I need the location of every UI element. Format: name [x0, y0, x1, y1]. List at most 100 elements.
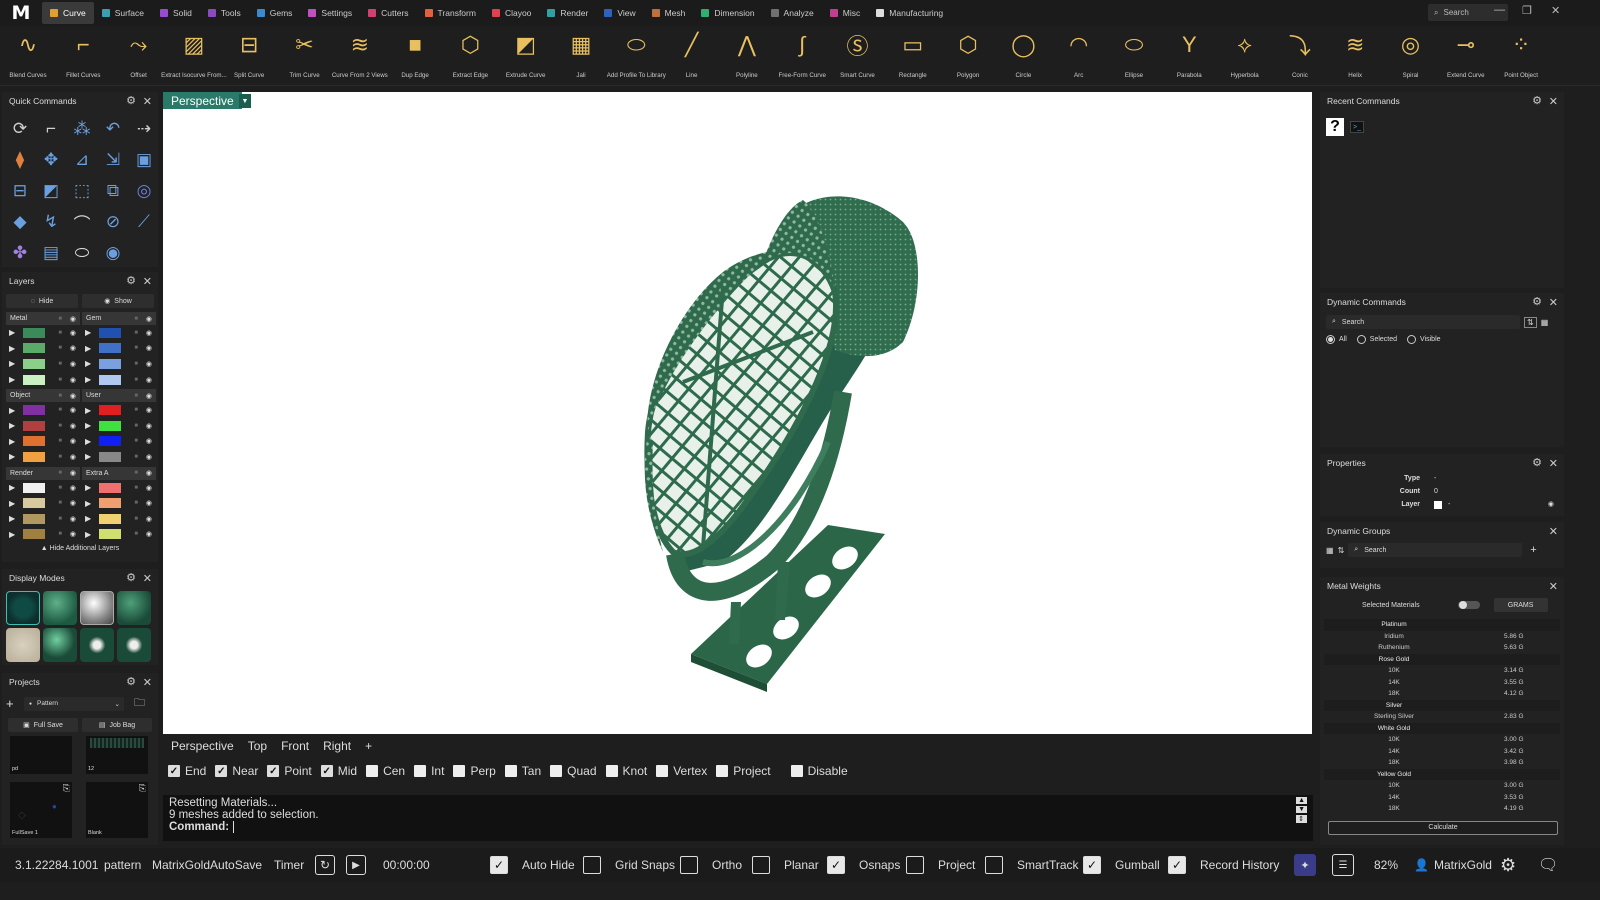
- layer-row[interactable]: ▶ ■ ◉: [6, 434, 80, 450]
- layer-row[interactable]: ▶ ■ ◉: [82, 434, 156, 450]
- expand-icon[interactable]: ⇕: [1296, 815, 1307, 823]
- close-icon[interactable]: ✕: [1549, 525, 1558, 538]
- expand-icon[interactable]: ▶: [85, 375, 95, 384]
- checkbox[interactable]: [985, 856, 1003, 874]
- osnap-int[interactable]: Int: [414, 764, 444, 778]
- quick-command-icon[interactable]: ⟳: [5, 114, 35, 144]
- units-button[interactable]: GRAMS: [1493, 598, 1548, 612]
- layer-row[interactable]: ▶ ■ ◉: [6, 325, 80, 341]
- lock-icon[interactable]: ■: [134, 531, 138, 537]
- expand-icon[interactable]: ▶: [85, 359, 95, 368]
- toolbar-button-trim-curve[interactable]: ✂ Trim Curve: [277, 26, 333, 86]
- eye-icon[interactable]: ◉: [70, 360, 76, 368]
- lock-icon[interactable]: ■: [134, 393, 138, 399]
- view-tab-front[interactable]: Front: [281, 739, 309, 753]
- menu-tab-gems[interactable]: Gems: [249, 2, 301, 24]
- eye-icon[interactable]: ◉: [146, 344, 152, 352]
- quick-command-icon[interactable]: ◆: [5, 207, 35, 237]
- eye-icon[interactable]: ◉: [146, 376, 152, 384]
- expand-icon[interactable]: ▶: [85, 344, 95, 353]
- timer-reset-button[interactable]: ↻: [315, 848, 335, 882]
- layer-row[interactable]: ▶ ■ ◉: [6, 418, 80, 434]
- toolbar-button-fillet-curves[interactable]: ⌐ Fillet Curves: [55, 26, 111, 86]
- layer-row[interactable]: ▶ ■ ◉: [6, 495, 80, 511]
- toolbar-button-spiral[interactable]: ◎ Spiral: [1383, 26, 1439, 86]
- layer-color-swatch[interactable]: [23, 498, 45, 509]
- toolbar-button-rectangle[interactable]: ▭ Rectangle: [885, 26, 941, 86]
- selected-materials-toggle[interactable]: [1457, 601, 1480, 609]
- lock-icon[interactable]: ■: [58, 500, 62, 506]
- checkbox[interactable]: ✓: [1083, 856, 1101, 874]
- toolbar-button-extrude-curve[interactable]: ◩ Extrude Curve: [498, 26, 554, 86]
- menu-tab-render[interactable]: Render: [539, 2, 596, 24]
- toggle-record-history[interactable]: ✓ Record History: [1168, 848, 1279, 882]
- gear-icon[interactable]: ⚙: [126, 274, 136, 287]
- lock-icon[interactable]: ■: [58, 345, 62, 351]
- toolbar-button-smart-curve[interactable]: Ⓢ Smart Curve: [830, 26, 886, 86]
- checkbox[interactable]: [656, 765, 669, 777]
- dynamic-groups-search[interactable]: ⌕ Search: [1348, 543, 1523, 557]
- layer-row[interactable]: ▶ ■ ◉: [82, 341, 156, 357]
- gear-icon[interactable]: ⚙: [126, 94, 136, 107]
- timer-play-button[interactable]: ▶: [346, 848, 366, 882]
- layer-row[interactable]: ▶ ■ ◉: [82, 325, 156, 341]
- quick-command-icon[interactable]: ✤: [5, 238, 35, 268]
- eye-icon[interactable]: ◉: [146, 329, 152, 337]
- lock-icon[interactable]: ■: [134, 345, 138, 351]
- expand-icon[interactable]: ▶: [85, 514, 95, 523]
- expand-icon[interactable]: ▶: [9, 530, 19, 539]
- toolbar-button-helix[interactable]: ≋ Helix: [1327, 26, 1383, 86]
- layer-row[interactable]: ▶ ■ ◉: [82, 372, 156, 388]
- quick-command-icon[interactable]: ⊟: [5, 176, 35, 206]
- toggle-osnaps[interactable]: ✓ Osnaps: [827, 848, 900, 882]
- layer-color-swatch[interactable]: [23, 374, 45, 385]
- lock-icon[interactable]: ■: [58, 407, 62, 413]
- checkbox[interactable]: [790, 765, 803, 777]
- quick-command-icon[interactable]: ⊿: [67, 145, 97, 175]
- gear-icon[interactable]: ⚙: [126, 675, 136, 688]
- close-icon[interactable]: ✕: [143, 572, 152, 585]
- eye-icon[interactable]: ◉: [146, 406, 152, 414]
- user-button[interactable]: 👤 MatrixGold: [1414, 848, 1492, 882]
- quick-command-icon[interactable]: ↶: [98, 114, 128, 144]
- user-mode-2-button[interactable]: [117, 628, 151, 662]
- layer-color-swatch[interactable]: [23, 420, 45, 431]
- add-view-tab-button[interactable]: +: [365, 739, 372, 753]
- lock-icon[interactable]: ■: [134, 361, 138, 367]
- expand-icon[interactable]: ▶: [9, 483, 19, 492]
- filter-visible[interactable]: Visible: [1407, 335, 1441, 344]
- checkbox[interactable]: [550, 765, 563, 777]
- eye-icon[interactable]: ◉: [146, 484, 152, 492]
- expand-icon[interactable]: ▶: [9, 514, 19, 523]
- layer-row[interactable]: ▶ ■ ◉: [6, 372, 80, 388]
- menu-tab-misc[interactable]: Misc: [822, 2, 868, 24]
- expand-icon[interactable]: ▶: [85, 499, 95, 508]
- layer-group-header[interactable]: Object ■ ◉: [6, 389, 80, 403]
- terminal-icon[interactable]: >_: [1350, 121, 1364, 133]
- toolbar-button-curve-from-2-views[interactable]: ≋ Curve From 2 Views: [332, 26, 388, 86]
- toolbar-button-blend-curves[interactable]: ∿ Blend Curves: [0, 26, 56, 86]
- lock-icon[interactable]: ■: [58, 377, 62, 383]
- layer-color-swatch[interactable]: [23, 451, 45, 462]
- eye-icon[interactable]: ◉: [146, 360, 152, 368]
- quick-command-icon[interactable]: ⟋: [129, 207, 159, 237]
- checkbox[interactable]: ✓: [1168, 856, 1186, 874]
- layer-color-swatch[interactable]: [99, 451, 121, 462]
- checkbox[interactable]: ✓: [215, 765, 228, 777]
- project-thumb[interactable]: 12: [86, 736, 148, 774]
- toolbar-button-arc[interactable]: ◠ Arc: [1051, 26, 1107, 86]
- layer-color-swatch[interactable]: [99, 343, 121, 354]
- view-tab-top[interactable]: Top: [248, 739, 267, 753]
- layer-color-swatch[interactable]: [99, 374, 121, 385]
- quick-command-icon[interactable]: ⇲: [98, 145, 128, 175]
- layer-color-swatch[interactable]: [23, 343, 45, 354]
- rendered-mode-button[interactable]: [80, 591, 114, 625]
- lock-icon[interactable]: ■: [134, 407, 138, 413]
- checkbox[interactable]: [414, 765, 427, 777]
- settings-gear-icon[interactable]: ⚙: [1500, 848, 1516, 882]
- scroll-up-icon[interactable]: ▲: [1296, 797, 1307, 804]
- lock-icon[interactable]: ■: [58, 470, 62, 476]
- toolbar-button-dup-edge[interactable]: ■ Dup Edge: [387, 26, 443, 86]
- toolbar-button-hyperbola[interactable]: ⟡ Hyperbola: [1217, 26, 1273, 86]
- toggle-gumball[interactable]: ✓ Gumball: [1083, 848, 1160, 882]
